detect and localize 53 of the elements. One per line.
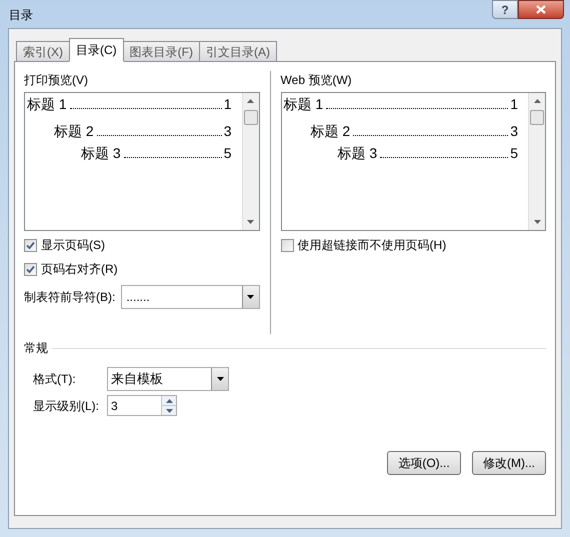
field-label: 显示级别(L):: [33, 398, 100, 414]
scrollbar[interactable]: [242, 93, 259, 230]
entry-page: 3: [222, 122, 232, 140]
field-label: 制表符前导符(B):: [24, 289, 116, 306]
tab[interactable]: 索引(X): [16, 41, 70, 62]
close-icon: [536, 5, 546, 14]
entry-page: 3: [509, 122, 518, 140]
scroll-down-icon[interactable]: [247, 220, 254, 224]
entry-heading: 标题 3: [81, 144, 122, 162]
scroll-thumb[interactable]: [530, 110, 544, 125]
checkbox[interactable]: [24, 238, 37, 252]
level-spinner[interactable]: 3: [107, 395, 177, 416]
field-label: 格式(T):: [33, 371, 77, 388]
check-icon: [26, 264, 35, 274]
scrollbar[interactable]: [528, 93, 545, 230]
caret-icon: [216, 377, 224, 381]
entry-page: 1: [509, 95, 518, 113]
format-dropdown[interactable]: 来自模板: [107, 367, 229, 391]
preview-label: 打印预览(V): [24, 72, 89, 89]
caret-icon: [247, 295, 254, 299]
scroll-up-icon[interactable]: [534, 99, 540, 103]
checkbox[interactable]: [280, 238, 294, 252]
preview-label: Web 预览(W): [280, 72, 353, 89]
dialog-button[interactable]: 选项(O)...: [387, 451, 461, 475]
entry-heading: 标题 2: [54, 122, 95, 140]
entry-page: 5: [509, 144, 518, 162]
entry-heading: 标题 3: [338, 144, 378, 162]
entry-heading: 标题 1: [27, 95, 68, 113]
scroll-down-icon[interactable]: [534, 220, 540, 224]
window-title: 目录: [9, 7, 33, 24]
checkbox-label[interactable]: 显示页码(S): [41, 236, 105, 254]
tab[interactable]: 引文目录(A): [199, 41, 277, 62]
scroll-thumb[interactable]: [244, 110, 258, 125]
entry-page: 1: [222, 95, 232, 113]
checkbox-label[interactable]: 使用超链接而不使用页码(H): [298, 236, 446, 254]
close-button[interactable]: [518, 0, 564, 19]
entry-heading: 标题 1: [284, 95, 324, 113]
tab[interactable]: 图表目录(F): [122, 41, 200, 62]
scroll-up-icon[interactable]: [247, 99, 254, 103]
checkbox-label[interactable]: 页码右对齐(R): [41, 260, 118, 278]
spin-down-icon[interactable]: [161, 406, 176, 415]
dialog-button[interactable]: 修改(M)...: [472, 451, 546, 475]
entry-heading: 标题 2: [310, 122, 352, 140]
entry-page: 5: [222, 144, 232, 162]
spin-up-icon[interactable]: [161, 396, 176, 406]
checkbox[interactable]: [24, 262, 37, 276]
check-icon: [26, 240, 35, 250]
tab[interactable]: 目录(C): [69, 38, 124, 62]
dropdown-button[interactable]: [242, 286, 259, 308]
help-button[interactable]: ?: [492, 0, 518, 19]
leader-dropdown[interactable]: .......: [121, 285, 260, 309]
group-title: 常规: [24, 340, 48, 357]
dropdown-button[interactable]: [211, 368, 228, 390]
